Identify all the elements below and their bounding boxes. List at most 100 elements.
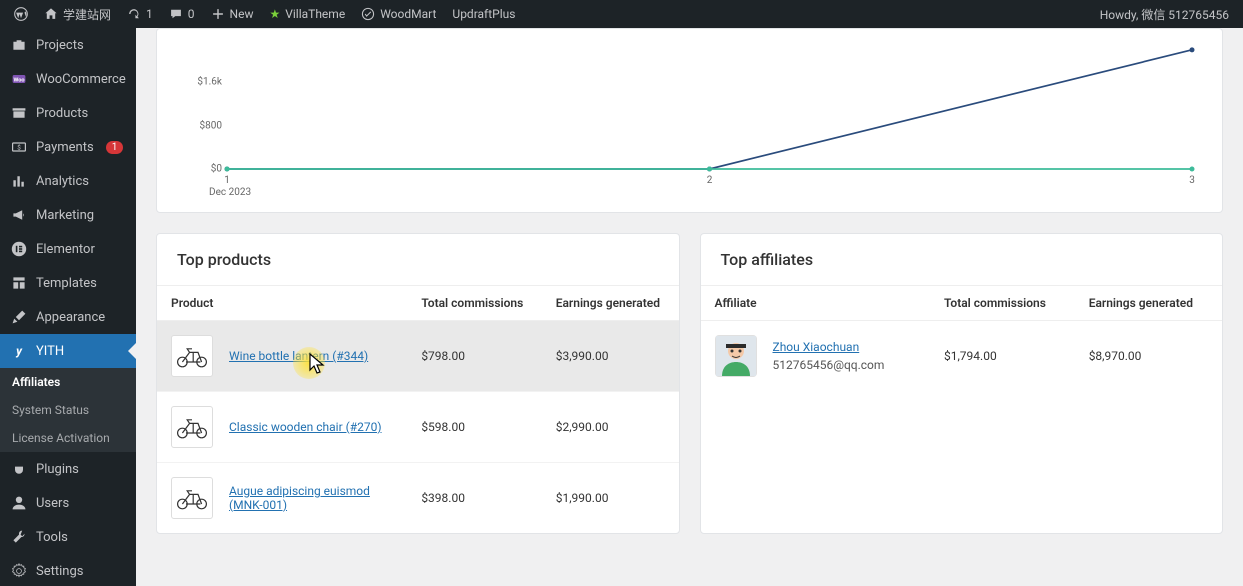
sidebar-item-woocommerce[interactable]: Woo WooCommerce (0, 62, 136, 96)
sidebar-subitem-affiliates[interactable]: Affiliates (0, 368, 136, 396)
sidebar-item-payments[interactable]: $ Payments 1 (0, 130, 136, 164)
col-aff-commissions: Total commissions (930, 286, 1075, 321)
cell-earnings: $2,990.00 (542, 392, 679, 463)
sidebar-item-templates[interactable]: Templates (0, 266, 136, 300)
svg-text:$: $ (17, 143, 21, 151)
villatheme-link[interactable]: ★VillaTheme (261, 0, 353, 28)
new-content-link[interactable]: New (203, 0, 262, 28)
sidebar-subitem-license-activation[interactable]: License Activation (0, 424, 136, 452)
top-affiliates-panel: Top affiliates Affiliate Total commissio… (700, 233, 1224, 534)
yith-icon: y (10, 342, 28, 360)
top-affiliates-title: Top affiliates (701, 234, 1223, 285)
gear-icon (10, 562, 28, 580)
sidebar-item-label: Projects (36, 38, 84, 53)
woodmart-link[interactable]: WoodMart (353, 0, 444, 28)
x-axis-caption: Dec 2023 (209, 187, 251, 198)
sidebar-item-label: Analytics (36, 174, 89, 189)
product-thumbnail (171, 406, 213, 448)
sidebar-item-label: Plugins (36, 462, 79, 477)
sidebar-item-label: Payments (36, 140, 94, 155)
sidebar-item-label: Users (36, 496, 69, 511)
wrench-icon (10, 528, 28, 546)
col-commissions: Total commissions (407, 286, 541, 321)
sidebar-item-label: Settings (36, 564, 83, 579)
sidebar-item-label: Tools (36, 530, 68, 545)
cell-earnings: $1,990.00 (542, 463, 679, 534)
product-thumbnail (171, 477, 213, 519)
cell-commissions: $598.00 (407, 392, 541, 463)
sidebar-item-tools[interactable]: Tools (0, 520, 136, 554)
cell-commissions: $398.00 (407, 463, 541, 534)
comments-link[interactable]: 0 (161, 0, 203, 28)
line-chart: $0$800$1.6k123Dec 2023 (177, 39, 1202, 194)
chart-card: $0 $800 $1.6k 1 2 3 Dec 2023 (156, 28, 1223, 213)
user-icon (10, 494, 28, 512)
sidebar-item-yith[interactable]: y YITH (0, 334, 136, 368)
svg-text:Woo: Woo (13, 77, 24, 83)
sidebar-item-analytics[interactable]: Analytics (0, 164, 136, 198)
sidebar-item-label: Appearance (36, 310, 105, 325)
sidebar-item-plugins[interactable]: Plugins (0, 452, 136, 486)
affiliate-row[interactable]: Zhou Xiaochuan 512765456@qq.com $1,794.00$… (701, 321, 1223, 392)
col-affiliate: Affiliate (701, 286, 930, 321)
product-row[interactable]: Classic wooden chair (#270) $598.00$2,990… (157, 392, 679, 463)
x-tick-label: 1 (224, 175, 230, 186)
elementor-icon (10, 240, 28, 258)
top-affiliates-table: Affiliate Total commissions Earnings gen… (701, 285, 1223, 391)
cell-aff-commissions: $1,794.00 (930, 321, 1075, 392)
admin-sidebar: Projects Woo WooCommerce Products $ Payments 1… (0, 28, 136, 586)
sidebar-item-projects[interactable]: Projects (0, 28, 136, 62)
plug-icon (10, 460, 28, 478)
main-content: $0 $800 $1.6k 1 2 3 Dec 2023 Top products Prod… (136, 28, 1243, 586)
y-tick-label: $800 (200, 120, 222, 131)
col-aff-earnings: Earnings generated (1075, 286, 1222, 321)
sidebar-item-label: Marketing (36, 208, 94, 223)
chart-icon (10, 172, 28, 190)
sidebar-item-label: Elementor (36, 242, 95, 257)
cell-commissions: $798.00 (407, 321, 541, 392)
product-row[interactable]: Augue adipiscing euismod (MNK-001) $398.0… (157, 463, 679, 534)
archive-icon (10, 104, 28, 122)
sidebar-item-users[interactable]: Users (0, 486, 136, 520)
col-product: Product (157, 286, 407, 321)
product-link[interactable]: Wine bottle lantern (#344) (229, 349, 368, 363)
affiliate-link[interactable]: Zhou Xiaochuan (773, 340, 885, 354)
y-tick-label: $0 (211, 164, 222, 175)
sidebar-item-settings[interactable]: Settings (0, 554, 136, 586)
portfolio-icon (10, 36, 28, 54)
sidebar-item-label: Products (36, 106, 88, 121)
howdy-account[interactable]: Howdy, 微信 512765456 (1092, 0, 1237, 28)
wp-logo[interactable] (6, 0, 36, 28)
product-thumbnail (171, 335, 213, 377)
top-products-panel: Top products Product Total commissions E… (156, 233, 680, 534)
sidebar-item-label: WooCommerce (36, 72, 126, 87)
top-products-title: Top products (157, 234, 679, 285)
cell-earnings: $3,990.00 (542, 321, 679, 392)
megaphone-icon (10, 206, 28, 224)
top-products-table: Product Total commissions Earnings gener… (157, 285, 679, 533)
product-row[interactable]: Wine bottle lantern (#344) $798.00$3,990.… (157, 321, 679, 392)
product-link[interactable]: Augue adipiscing euismod (MNK-001) (229, 484, 393, 512)
site-name-link[interactable]: 学建站网 (36, 0, 119, 28)
product-link[interactable]: Classic wooden chair (#270) (229, 420, 382, 434)
sidebar-item-appearance[interactable]: Appearance (0, 300, 136, 334)
updates-link[interactable]: 1 (119, 0, 161, 28)
sidebar-item-marketing[interactable]: Marketing (0, 198, 136, 232)
sidebar-item-label: YITH (36, 344, 64, 359)
x-tick-label: 3 (1189, 175, 1195, 186)
sidebar-item-label: Templates (36, 276, 97, 291)
cell-aff-earnings: $8,970.00 (1075, 321, 1222, 392)
x-tick-label: 2 (707, 175, 713, 186)
sidebar-item-products[interactable]: Products (0, 96, 136, 130)
sidebar-item-elementor[interactable]: Elementor (0, 232, 136, 266)
admin-toolbar: 学建站网 1 0 New ★VillaTheme WoodMart Updraf… (0, 0, 1243, 28)
y-tick-label: $1.6k (197, 77, 222, 88)
brush-icon (10, 308, 28, 326)
col-earnings: Earnings generated (542, 286, 679, 321)
updraftplus-link[interactable]: UpdraftPlus (444, 0, 523, 28)
sidebar-subitem-system-status[interactable]: System Status (0, 396, 136, 424)
affiliate-avatar (715, 335, 757, 377)
badge: 1 (106, 141, 124, 154)
affiliate-email: 512765456@qq.com (773, 358, 885, 372)
payments-icon: $ (10, 138, 28, 156)
